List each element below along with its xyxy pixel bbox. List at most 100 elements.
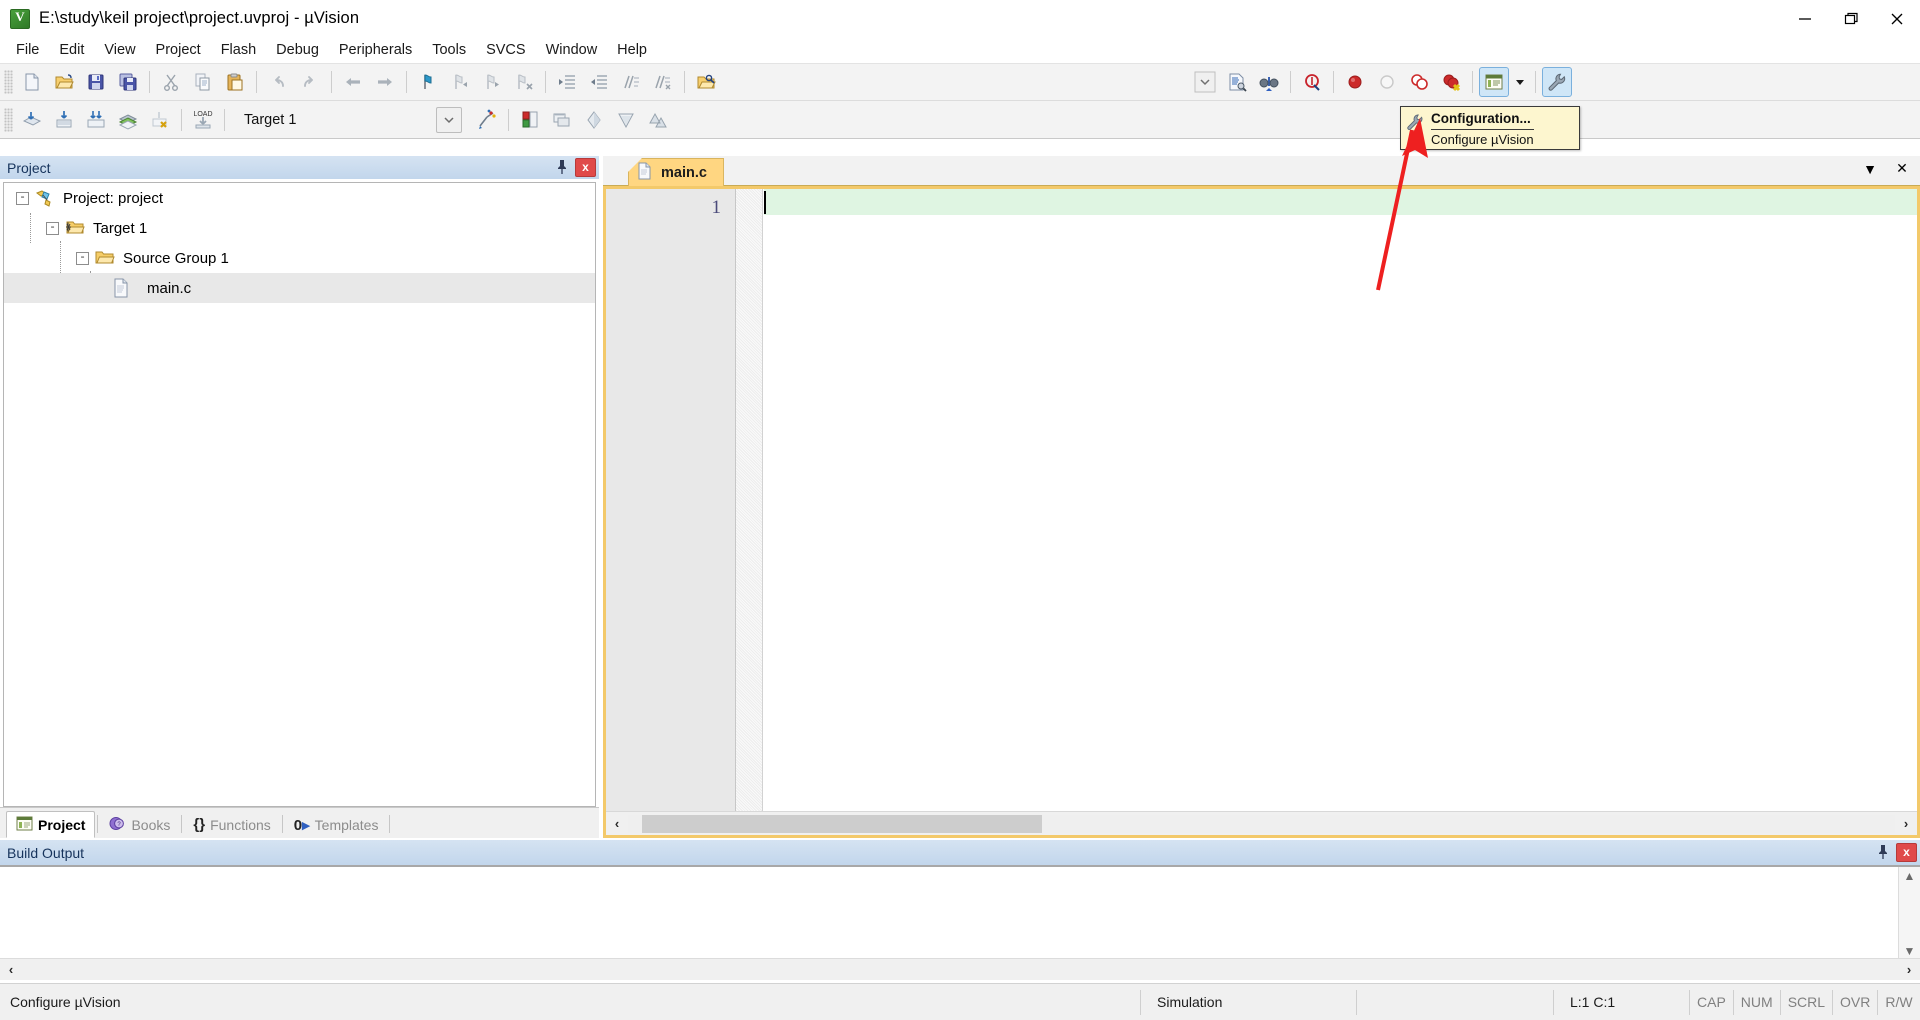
search-history-dropdown-icon[interactable] bbox=[1190, 67, 1220, 97]
tree-node-project[interactable]: - Project: project bbox=[4, 183, 595, 213]
build-vertical-scrollbar[interactable]: ▲ ▼ bbox=[1898, 867, 1920, 960]
close-icon[interactable]: x bbox=[575, 157, 596, 177]
target-options-icon[interactable] bbox=[472, 105, 502, 135]
stop-build-icon[interactable] bbox=[145, 105, 175, 135]
toolbar-grip[interactable] bbox=[4, 107, 13, 132]
editor-hscroll-thumb[interactable] bbox=[642, 814, 1042, 833]
bookmark-clear-icon[interactable] bbox=[509, 67, 539, 97]
uvision-icon bbox=[10, 8, 30, 29]
scroll-left-icon[interactable]: ‹ bbox=[606, 816, 628, 831]
rebuild-icon[interactable] bbox=[81, 105, 111, 135]
tree-expander[interactable]: - bbox=[46, 221, 59, 235]
redo-icon[interactable] bbox=[295, 67, 325, 97]
build-output-text[interactable]: ▲ ▼ bbox=[0, 865, 1920, 960]
menu-item-debug[interactable]: Debug bbox=[266, 39, 329, 61]
uncomment-icon[interactable] bbox=[648, 67, 678, 97]
outdent-icon[interactable] bbox=[584, 67, 614, 97]
project-tree[interactable]: - Project: project - Target 1 - Source G… bbox=[3, 182, 596, 807]
tree-expander[interactable]: - bbox=[16, 191, 29, 205]
menu-item-view[interactable]: View bbox=[94, 39, 145, 61]
comment-icon[interactable] bbox=[616, 67, 646, 97]
copy-icon[interactable] bbox=[188, 67, 218, 97]
menu-item-help[interactable]: Help bbox=[607, 39, 657, 61]
svg-text:LOAD: LOAD bbox=[193, 111, 212, 118]
cut-icon[interactable] bbox=[156, 67, 186, 97]
menu-item-svcs[interactable]: SVCS bbox=[476, 39, 536, 61]
manage-components-icon[interactable] bbox=[515, 105, 545, 135]
menu-item-window[interactable]: Window bbox=[536, 39, 608, 61]
window-controls bbox=[1782, 0, 1920, 37]
project-window-dropdown-icon[interactable] bbox=[1511, 67, 1529, 97]
build-horizontal-scrollbar[interactable]: ‹ › bbox=[0, 958, 1920, 980]
scroll-right-icon[interactable]: › bbox=[1898, 962, 1920, 977]
manage-multi-project-icon[interactable] bbox=[547, 105, 577, 135]
breakpoint-kill-all-icon[interactable] bbox=[1436, 67, 1466, 97]
navigate-forward-icon[interactable] bbox=[370, 67, 400, 97]
navigate-back-icon[interactable] bbox=[338, 67, 368, 97]
bookmark-next-icon[interactable] bbox=[477, 67, 507, 97]
restore-icon[interactable] bbox=[1828, 0, 1874, 37]
tab-templates[interactable]: 0▸ Templates bbox=[285, 811, 388, 838]
tree-node-mainc[interactable]: main.c bbox=[4, 273, 595, 303]
minimize-icon[interactable] bbox=[1782, 0, 1828, 37]
editor-hscroll-track[interactable] bbox=[628, 814, 1895, 833]
bookmark-prev-icon[interactable] bbox=[445, 67, 475, 97]
pin-icon[interactable] bbox=[553, 157, 571, 177]
open-file-icon[interactable] bbox=[49, 67, 79, 97]
menu-item-tools[interactable]: Tools bbox=[422, 39, 476, 61]
code-text-area[interactable] bbox=[764, 189, 1917, 835]
editor-gutter[interactable]: 1 bbox=[606, 189, 736, 835]
target-selector-value[interactable]: Target 1 bbox=[236, 112, 436, 128]
binoculars-icon[interactable] bbox=[1254, 67, 1284, 97]
scroll-left-icon[interactable]: ‹ bbox=[0, 962, 22, 977]
breakpoint-disable-icon[interactable] bbox=[1372, 67, 1402, 97]
status-key-cap: CAP bbox=[1697, 994, 1726, 1010]
close-icon[interactable] bbox=[1874, 0, 1920, 37]
editor-tab-mainc[interactable]: main.c bbox=[628, 158, 724, 186]
close-icon[interactable]: x bbox=[1896, 842, 1917, 862]
close-document-icon[interactable]: ✕ bbox=[1894, 160, 1910, 177]
tab-project[interactable]: Project bbox=[6, 811, 96, 838]
chevron-down-icon[interactable] bbox=[436, 106, 462, 133]
functions-icon[interactable] bbox=[611, 105, 641, 135]
paste-icon[interactable] bbox=[220, 67, 250, 97]
batch-build-icon[interactable] bbox=[113, 105, 143, 135]
translate-icon[interactable] bbox=[17, 105, 47, 135]
status-blank bbox=[1357, 990, 1553, 1015]
save-all-icon[interactable] bbox=[113, 67, 143, 97]
breakpoint-insert-icon[interactable] bbox=[1340, 67, 1370, 97]
menu-item-flash[interactable]: Flash bbox=[211, 39, 266, 61]
indent-icon[interactable] bbox=[552, 67, 582, 97]
project-window-icon[interactable] bbox=[1479, 67, 1509, 97]
build-icon[interactable] bbox=[49, 105, 79, 135]
tree-node-target[interactable]: - Target 1 bbox=[4, 213, 595, 243]
target-selector[interactable]: Target 1 bbox=[236, 106, 462, 133]
tab-functions[interactable]: {} Functions bbox=[184, 811, 279, 838]
configuration-wrench-icon[interactable] bbox=[1542, 67, 1572, 97]
editor-horizontal-scrollbar[interactable]: ‹ › bbox=[606, 811, 1917, 835]
tab-books[interactable]: ? Books bbox=[100, 811, 179, 838]
templates-icon[interactable] bbox=[643, 105, 673, 135]
menu-item-project[interactable]: Project bbox=[146, 39, 211, 61]
menu-item-peripherals[interactable]: Peripherals bbox=[329, 39, 422, 61]
open-books-icon[interactable] bbox=[579, 105, 609, 135]
menu-item-edit[interactable]: Edit bbox=[49, 39, 94, 61]
breakpoint-disable-all-icon[interactable] bbox=[1404, 67, 1434, 97]
scroll-up-icon[interactable]: ▲ bbox=[1899, 867, 1920, 885]
tree-expander[interactable]: - bbox=[76, 251, 89, 265]
open-folder-search-icon[interactable] bbox=[691, 67, 721, 97]
tab-list-dropdown-icon[interactable]: ▼ bbox=[1862, 161, 1878, 177]
project-node-icon bbox=[34, 188, 56, 208]
undo-icon[interactable] bbox=[263, 67, 293, 97]
scroll-right-icon[interactable]: › bbox=[1895, 816, 1917, 831]
bookmark-find-icon[interactable] bbox=[1297, 67, 1327, 97]
new-file-icon[interactable] bbox=[17, 67, 47, 97]
toolbar-grip[interactable] bbox=[4, 70, 13, 94]
pin-icon[interactable] bbox=[1874, 842, 1892, 862]
find-in-files-icon[interactable] bbox=[1222, 67, 1252, 97]
tree-node-source-group[interactable]: - Source Group 1 bbox=[4, 243, 595, 273]
bookmark-toggle-icon[interactable] bbox=[413, 67, 443, 97]
save-icon[interactable] bbox=[81, 67, 111, 97]
menu-item-file[interactable]: File bbox=[6, 39, 49, 61]
download-icon[interactable]: LOAD bbox=[188, 105, 218, 135]
